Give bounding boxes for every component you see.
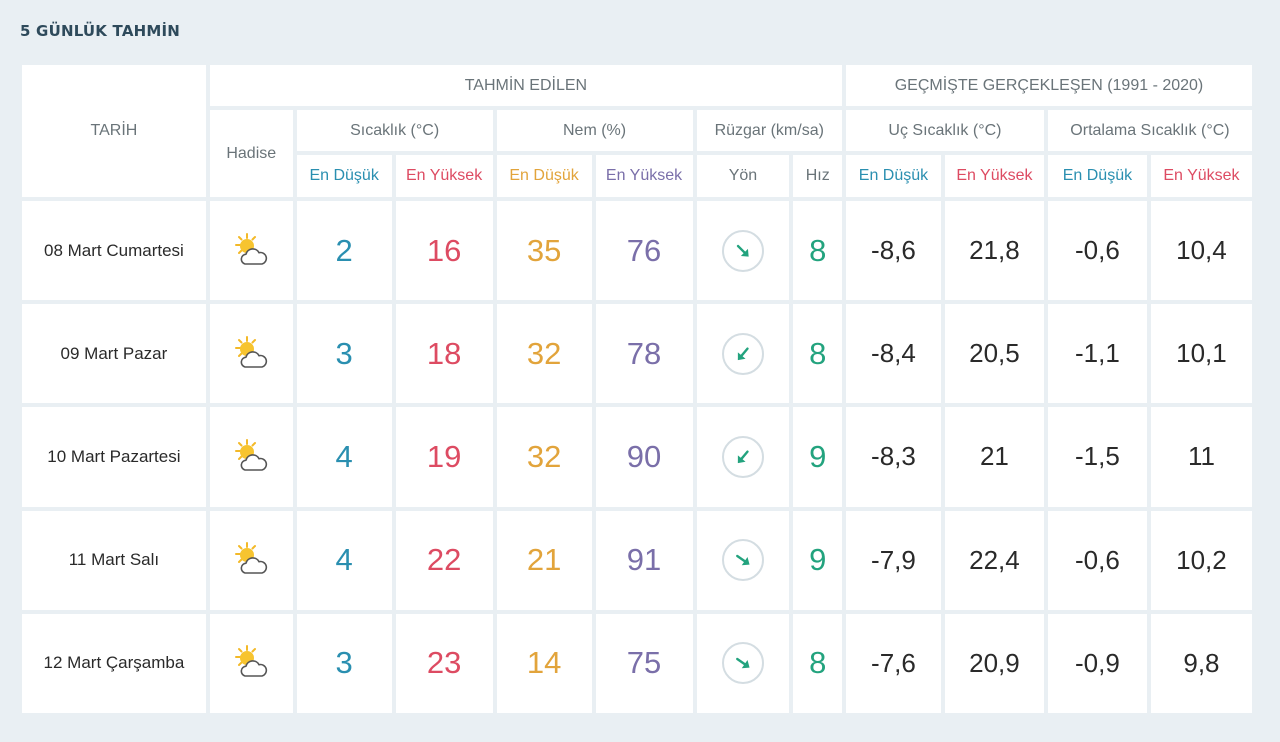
wind-direction-icon (721, 539, 764, 582)
header-hum-max: En Yüksek (595, 155, 693, 197)
hum-max-value: 91 (595, 510, 693, 610)
avg-max-value: 11 (1150, 407, 1252, 507)
partly-cloudy-icon (209, 407, 293, 507)
header-wind: Rüzgar (km/sa) (696, 110, 842, 151)
wind-direction-cell (696, 613, 790, 713)
header-temp-min: En Düşük (296, 155, 392, 197)
table-row: 09 Mart Pazar 3 18 32 78 8 -8,4 20,5 -1,… (22, 304, 1252, 404)
temp-min-value: 4 (296, 407, 392, 507)
ext-min-value: -8,4 (845, 304, 941, 404)
partly-cloudy-icon (209, 201, 293, 301)
temp-max-value: 22 (395, 510, 493, 610)
hum-min-value: 32 (496, 304, 592, 404)
wind-speed-value: 8 (793, 304, 842, 404)
header-temp-max: En Yüksek (395, 155, 493, 197)
wind-direction-icon (721, 332, 764, 375)
header-extreme-temp: Uç Sıcaklık (°C) (845, 110, 1044, 151)
date-cell: 08 Mart Cumartesi (22, 201, 206, 301)
header-ext-min: En Düşük (845, 155, 941, 197)
hum-max-value: 90 (595, 407, 693, 507)
header-avg-max: En Yüksek (1150, 155, 1252, 197)
wind-direction-cell (696, 304, 790, 404)
wind-speed-value: 8 (793, 201, 842, 301)
avg-max-value: 9,8 (1150, 613, 1252, 713)
date-cell: 10 Mart Pazartesi (22, 407, 206, 507)
wind-speed-value: 9 (793, 510, 842, 610)
ext-max-value: 22,4 (944, 510, 1044, 610)
date-cell: 11 Mart Salı (22, 510, 206, 610)
table-row: 12 Mart Çarşamba 3 23 14 75 8 -7,6 20,9 … (22, 613, 1252, 713)
wind-speed-value: 9 (793, 407, 842, 507)
header-humidity: Nem (%) (496, 110, 693, 151)
temp-max-value: 19 (395, 407, 493, 507)
temp-min-value: 3 (296, 613, 392, 713)
header-history-group: GEÇMİŞTE GERÇEKLEŞEN (1991 - 2020) (845, 65, 1252, 106)
wind-direction-icon (721, 229, 764, 272)
ext-min-value: -7,9 (845, 510, 941, 610)
temp-min-value: 4 (296, 510, 392, 610)
header-wind-speed: Hız (793, 155, 842, 197)
date-cell: 12 Mart Çarşamba (22, 613, 206, 713)
avg-min-value: -0,9 (1047, 613, 1147, 713)
ext-min-value: -7,6 (845, 613, 941, 713)
header-ext-max: En Yüksek (944, 155, 1044, 197)
avg-min-value: -0,6 (1047, 510, 1147, 610)
wind-direction-icon (721, 642, 764, 685)
ext-max-value: 21 (944, 407, 1044, 507)
partly-cloudy-icon (209, 304, 293, 404)
avg-max-value: 10,1 (1150, 304, 1252, 404)
hum-min-value: 32 (496, 407, 592, 507)
header-average-temp: Ortalama Sıcaklık (°C) (1047, 110, 1252, 151)
temp-max-value: 18 (395, 304, 493, 404)
header-temperature: Sıcaklık (°C) (296, 110, 493, 151)
hum-min-value: 21 (496, 510, 592, 610)
temp-min-value: 2 (296, 201, 392, 301)
hum-min-value: 14 (496, 613, 592, 713)
partly-cloudy-icon (209, 510, 293, 610)
forecast-table: TARİH TAHMİN EDİLEN GEÇMİŞTE GERÇEKLEŞEN… (18, 61, 1256, 717)
temp-min-value: 3 (296, 304, 392, 404)
avg-min-value: -0,6 (1047, 201, 1147, 301)
temp-max-value: 23 (395, 613, 493, 713)
wind-direction-cell (696, 201, 790, 301)
wind-direction-cell (696, 407, 790, 507)
avg-max-value: 10,4 (1150, 201, 1252, 301)
header-avg-min: En Düşük (1047, 155, 1147, 197)
partly-cloudy-icon (209, 613, 293, 713)
ext-min-value: -8,6 (845, 201, 941, 301)
avg-min-value: -1,1 (1047, 304, 1147, 404)
hum-max-value: 75 (595, 613, 693, 713)
table-row: 10 Mart Pazartesi 4 19 32 90 9 -8,3 21 -… (22, 407, 1252, 507)
ext-min-value: -8,3 (845, 407, 941, 507)
header-hum-min: En Düşük (496, 155, 592, 197)
header-date: TARİH (22, 65, 206, 197)
hum-max-value: 78 (595, 304, 693, 404)
ext-max-value: 21,8 (944, 201, 1044, 301)
table-row: 11 Mart Salı 4 22 21 91 9 -7,9 22,4 -0,6… (22, 510, 1252, 610)
temp-max-value: 16 (395, 201, 493, 301)
hum-min-value: 35 (496, 201, 592, 301)
hum-max-value: 76 (595, 201, 693, 301)
avg-max-value: 10,2 (1150, 510, 1252, 610)
wind-speed-value: 8 (793, 613, 842, 713)
page-title: 5 GÜNLÜK TAHMİN (20, 22, 181, 40)
header-forecast-group: TAHMİN EDİLEN (209, 65, 842, 106)
wind-direction-cell (696, 510, 790, 610)
date-cell: 09 Mart Pazar (22, 304, 206, 404)
ext-max-value: 20,5 (944, 304, 1044, 404)
avg-min-value: -1,5 (1047, 407, 1147, 507)
wind-direction-icon (721, 435, 764, 478)
table-row: 08 Mart Cumartesi 2 16 35 76 8 -8,6 21,8… (22, 201, 1252, 301)
ext-max-value: 20,9 (944, 613, 1044, 713)
header-event: Hadise (209, 110, 293, 197)
header-wind-dir: Yön (696, 155, 790, 197)
